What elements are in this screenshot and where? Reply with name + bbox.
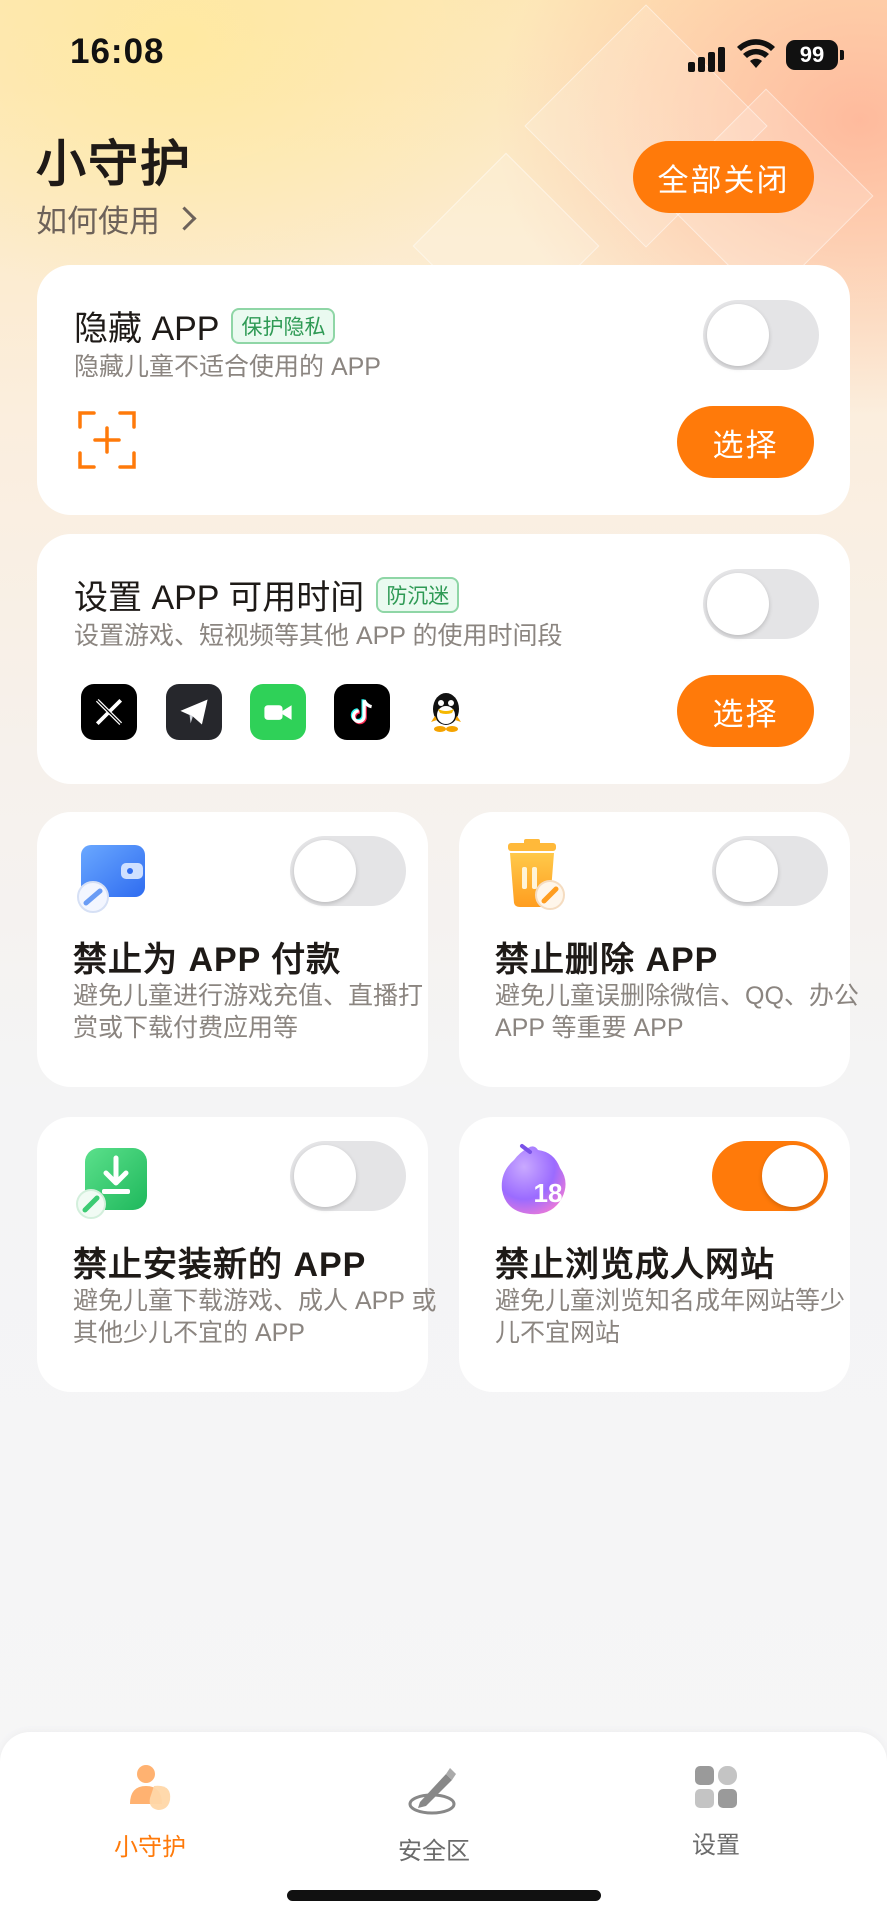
facetime-app-icon [250,684,306,740]
how-to-use-link[interactable]: 如何使用 [36,196,197,241]
feature-card-install: 禁止安装新的 APP 避免儿童下载游戏、成人 APP 或其他少儿不宜的 APP [37,1117,436,1392]
feature-title: 禁止为 APP 付款 [73,941,342,979]
feature-card-delete: 禁止删除 APP 避免儿童误删除微信、QQ、办公 APP 等重要 APP [459,812,859,1087]
anti-addiction-tag: 防沉迷 [376,576,460,613]
hide-app-title: 隐藏 APP [74,310,220,348]
feature-desc: 避免儿童进行游戏充值、直播打赏或下载付费应用等 [73,982,424,1042]
tab-label: 设置 [692,1832,740,1859]
add-scan-icon[interactable] [78,411,136,469]
feature-card-adult-sites: 18 禁止浏览成人网站 避免儿童浏览知名成年网站等少儿不宜网站 [459,1117,850,1392]
download-block-icon [76,1148,147,1219]
how-to-use-label: 如何使用 [36,204,160,239]
install-toggle[interactable] [290,1141,406,1211]
page-title: 小守护 [36,136,192,192]
app-time-subtitle: 设置游戏、短视频等其他 APP 的使用时间段 [74,622,563,650]
delete-toggle[interactable] [712,836,828,906]
feature-card-payment: 禁止为 APP 付款 避免儿童进行游戏充值、直播打赏或下载付费应用等 [37,812,428,1087]
trash-block-icon [508,839,565,910]
tab-settings[interactable]: 设置 [641,1762,791,1860]
feature-desc: 避免儿童误删除微信、QQ、办公 APP 等重要 APP [495,982,859,1042]
app-time-toggle[interactable] [703,569,819,639]
home-indicator [287,1890,601,1901]
hide-app-select-button[interactable]: 选择 [677,406,814,478]
hide-app-toggle[interactable] [703,300,819,370]
hide-app-subtitle: 隐藏儿童不适合使用的 APP [74,353,381,381]
tab-label: 小守护 [114,1834,186,1861]
payment-toggle[interactable] [290,836,406,906]
settings-grid-icon [695,1766,737,1808]
app-time-title: 设置 APP 可用时间 [74,579,365,617]
feature-title: 禁止浏览成人网站 [495,1246,775,1284]
status-time: 16:08 [70,32,165,71]
app-time-card: 设置 APP 可用时间 防沉迷 设置游戏、短视频等其他 APP 的使用时间段 选… [37,534,850,784]
guardian-icon [130,1765,171,1810]
feature-desc: 避免儿童下载游戏、成人 APP 或其他少儿不宜的 APP [73,1287,437,1347]
feature-desc: 避免儿童浏览知名成年网站等少儿不宜网站 [495,1287,846,1347]
wifi-icon [737,39,775,68]
app-time-title-row: 设置 APP 可用时间 防沉迷 [74,570,460,619]
battery-indicator: 99 [786,40,844,70]
close-all-button[interactable]: 全部关闭 [633,141,814,213]
adult-18-icon: 18 [501,1144,566,1215]
privacy-tag: 保护隐私 [231,307,336,344]
feature-title: 禁止删除 APP [495,941,719,979]
tab-label: 安全区 [398,1838,470,1865]
x-app-icon [81,684,137,740]
telegram-app-icon [166,684,222,740]
cellular-signal-icon [688,42,732,72]
app-time-select-button[interactable]: 选择 [677,675,814,747]
tiktok-app-icon [334,684,390,740]
tab-guardian[interactable]: 小守护 [75,1762,225,1862]
hide-app-card: 隐藏 APP 保护隐私 隐藏儿童不适合使用的 APP 选择 [37,265,850,515]
adult-sites-toggle[interactable] [712,1141,828,1211]
svg-text:18: 18 [534,1178,563,1208]
status-bar: 16:08 99 [0,0,887,110]
wallet-block-icon [77,845,145,913]
pen-zone-icon [408,1768,456,1815]
qq-app-icon [418,684,474,740]
hide-app-title-row: 隐藏 APP 保护隐私 [74,301,336,350]
chevron-right-icon [172,206,197,231]
feature-title: 禁止安装新的 APP [73,1246,367,1284]
tab-safe-zone[interactable]: 安全区 [359,1762,509,1866]
